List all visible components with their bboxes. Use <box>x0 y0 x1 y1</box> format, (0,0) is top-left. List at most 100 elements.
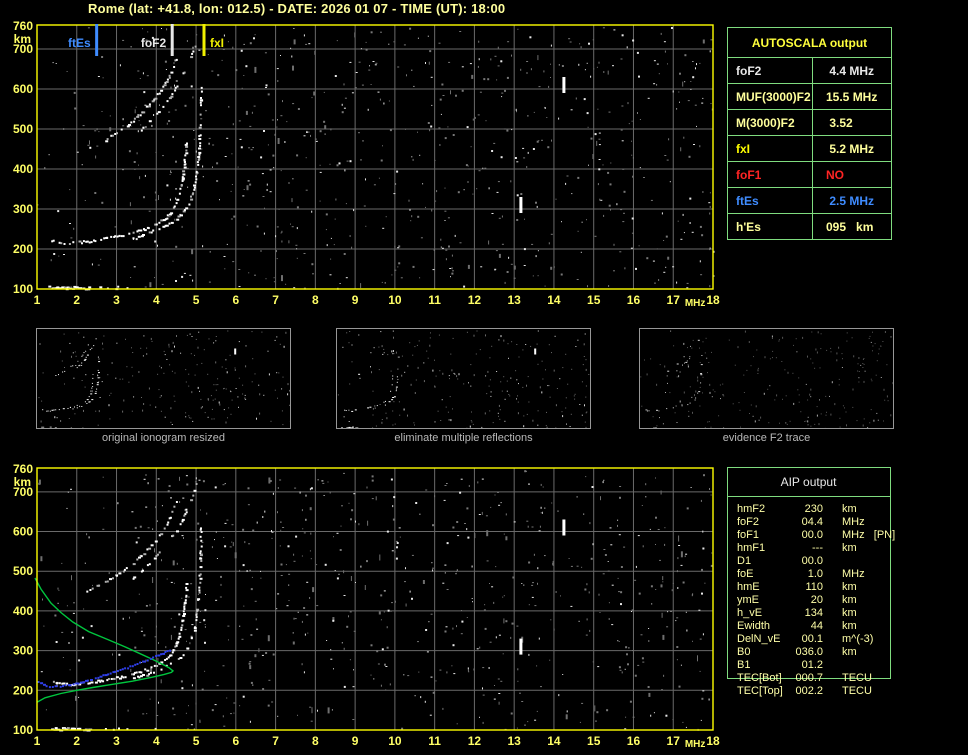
aip-row-hmE: hmE 110 km <box>727 581 891 594</box>
x-tick-label: 17 <box>667 734 681 748</box>
aip-param-unit: km <box>842 581 857 593</box>
aip-param-value: 1.0 <box>807 568 823 580</box>
autoscala-table-title: AUTOSCALA output <box>728 28 891 58</box>
autoscala-param-label: MUF(3000)F2 <box>728 84 813 109</box>
autoscala-row-fxI: fxI 5.2 MHz <box>728 136 891 162</box>
autoscala-row-foF2: foF2 4.4 MHz <box>728 58 891 84</box>
y-tick-label: 300 <box>13 202 33 216</box>
aip-table-title: AIP output <box>780 475 837 489</box>
aip-gap <box>823 685 842 698</box>
autoscala-param-value: 4.4 MHz <box>826 63 875 78</box>
aip-gap <box>823 581 842 594</box>
aip-gap <box>823 568 842 581</box>
aip-param-value: 002.2 <box>795 685 823 697</box>
aip-row-TECTop: TEC[Top] 002.2 TECU <box>727 685 891 698</box>
x-tick-label: 1 <box>34 734 41 748</box>
x-tick-label: 4 <box>153 293 160 307</box>
x-tick-label: 14 <box>547 734 561 748</box>
x-tick-label: 10 <box>388 734 402 748</box>
autoscala-row-hEs: h'Es 095 km <box>728 214 891 239</box>
x-tick-label: 2 <box>73 734 80 748</box>
aip-param-unit: km <box>842 646 857 658</box>
y-tick-label: 100 <box>13 723 33 737</box>
y-tick-label: 500 <box>13 122 33 136</box>
autoscala-row-M3000F2: M(3000)F2 3.52 <box>728 110 891 136</box>
x-tick-label: 14 <box>547 293 561 307</box>
autoscala-param-label: foF2 <box>728 58 813 83</box>
x-tick-label: 11 <box>428 293 441 307</box>
aip-gap <box>823 555 842 568</box>
aip-gap <box>823 594 842 607</box>
aip-param-unit: km <box>842 607 857 619</box>
aip-row-B0: B0 036.0 km <box>727 646 891 659</box>
x-axis-unit: MHz <box>685 298 706 309</box>
y-tick-label: 100 <box>13 282 33 296</box>
autoscala-param-label: h'Es <box>728 214 813 239</box>
y-top-label: 760 <box>13 19 33 33</box>
autoscala-param-value: 3.52 <box>826 115 853 130</box>
aip-param-name: Ewidth <box>737 620 771 632</box>
aip-row-DelNvE: DelN_vE 00.1 m^(-3) <box>727 633 891 646</box>
x-tick-label: 3 <box>113 734 120 748</box>
x-tick-label: 8 <box>312 293 319 307</box>
x-tick-label: 5 <box>193 734 200 748</box>
autoscala-param-label: foF1 <box>728 162 813 187</box>
aip-row-hmF2: hmF2 230 km <box>727 503 891 516</box>
ionogram-bottom-chart: 1 2 3 4 5 6 7 8 9 10 11 12 13 14 15 16 17 18MHz760km70060… <box>13 462 720 750</box>
aip-param-unit: m^(-3) <box>842 633 874 645</box>
axis-labels: 1 2 3 4 5 6 7 8 9 10 11 12 13 14 15 16 17 18MHz760km70060… <box>13 19 720 309</box>
aip-param-name: D1 <box>737 555 752 567</box>
aip-param-unit: MHz <box>842 516 865 528</box>
x-tick-label: 6 <box>232 734 239 748</box>
mini-ionogram-original <box>38 330 290 428</box>
noise-dots-layer <box>640 330 893 428</box>
ionogram-traces <box>48 45 204 291</box>
aip-gap <box>823 633 842 646</box>
autoscala-param-label: ftEs <box>728 188 813 213</box>
aip-param-name: TEC[Bot] <box>737 672 782 684</box>
x-tick-label: 2 <box>73 293 80 307</box>
aip-row-D1: D1 00.0 <box>727 555 891 568</box>
y-tick-label: 500 <box>13 564 33 578</box>
x-tick-label: 3 <box>113 293 120 307</box>
aip-gap <box>823 659 842 672</box>
marker-label-fxI: fxI <box>210 36 224 50</box>
y-tick-label: 300 <box>13 644 33 658</box>
x-tick-label: 5 <box>193 293 200 307</box>
mini-ionogram-filtered <box>337 330 590 428</box>
aip-param-name: foF2 <box>737 516 760 528</box>
x-tick-label: 16 <box>627 293 641 307</box>
autoscala-row-foF1: foF1 NO <box>728 162 891 188</box>
aip-param-name: DelN_vE <box>737 633 781 645</box>
y-tick-label: 200 <box>13 242 33 256</box>
aip-row-hmF1: hmF1 --- km <box>727 542 891 555</box>
x-tick-label: 7 <box>272 293 279 307</box>
autoscala-row-MUF3000F2: MUF(3000)F2 15.5 MHz <box>728 84 891 110</box>
ionogram-traces <box>341 348 537 428</box>
autoscala-param-value: NO <box>826 167 844 182</box>
noise-dots-layer <box>337 330 590 428</box>
aip-param-value: --- <box>812 542 823 554</box>
autoscala-param-value: 095 km <box>826 219 874 234</box>
aip-param-value: 110 <box>805 581 823 593</box>
aip-param-value: 00.0 <box>801 555 823 567</box>
autoscala-param-value: 15.5 MHz <box>826 89 878 104</box>
x-tick-label: 13 <box>507 293 521 307</box>
aip-param-name: B0 <box>737 646 751 658</box>
aip-param-value: 00.1 <box>801 633 823 645</box>
ionogram-analysis-screen: Rome (lat: +41.8, lon: 012.5) - DATE: 20… <box>0 0 968 755</box>
ionogram-traces <box>645 339 703 428</box>
bright-interference-dashes <box>519 77 566 213</box>
ionogram-traces <box>51 483 203 732</box>
noise-dots-layer <box>37 27 715 290</box>
autoscala-param-label: fxI <box>728 136 813 161</box>
autoscala-param-value: 2.5 MHz <box>826 193 875 208</box>
frequency-markers: ftEs foF2 fxI <box>68 24 224 56</box>
aip-param-value: 134 <box>804 607 823 619</box>
aip-param-name: TEC[Top] <box>737 685 783 697</box>
y-tick-label: 700 <box>13 42 33 56</box>
aip-row-ymE: ymE 20 km <box>727 594 891 607</box>
aip-gap <box>823 607 842 620</box>
aip-param-name: foF1 <box>737 529 760 541</box>
aip-param-unit: km <box>842 542 857 554</box>
